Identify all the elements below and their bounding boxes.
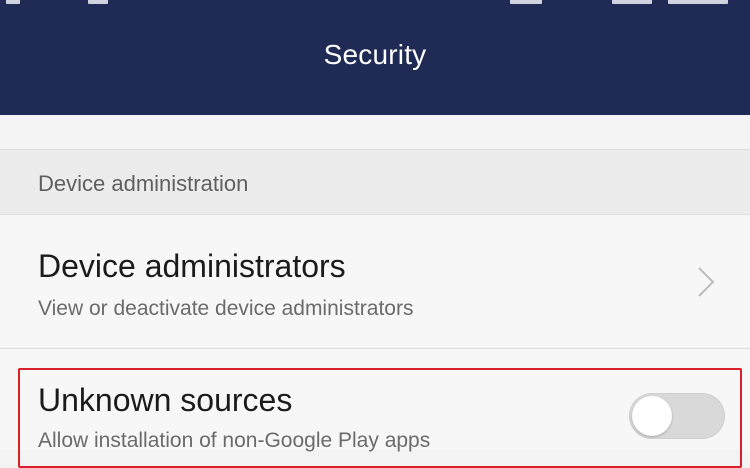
page-title: Security: [323, 38, 427, 70]
device-administrators-subtitle: View or deactivate device administrators: [38, 297, 414, 320]
device-administrators-title: Device administrators: [38, 248, 346, 284]
unknown-sources-toggle[interactable]: [629, 393, 725, 439]
section-header-label: Device administration: [38, 171, 249, 196]
battery-icon: [612, 0, 652, 4]
clock-icon: [668, 0, 728, 4]
signal-icon: [510, 0, 542, 4]
chevron-right-icon: [698, 267, 715, 297]
unknown-sources-title: Unknown sources: [38, 382, 293, 418]
toggle-knob: [632, 396, 672, 436]
unknown-sources-subtitle: Allow installation of non-Google Play ap…: [38, 429, 431, 452]
spacer: [0, 115, 750, 150]
status-bar: [0, 0, 750, 8]
device-administrators-row[interactable]: Device administrators View or deactivate…: [0, 215, 750, 349]
app-bar: Security: [0, 8, 750, 115]
notification-icon: [88, 0, 108, 4]
notification-icon: [6, 0, 20, 4]
section-header-device-administration: Device administration: [0, 150, 750, 215]
